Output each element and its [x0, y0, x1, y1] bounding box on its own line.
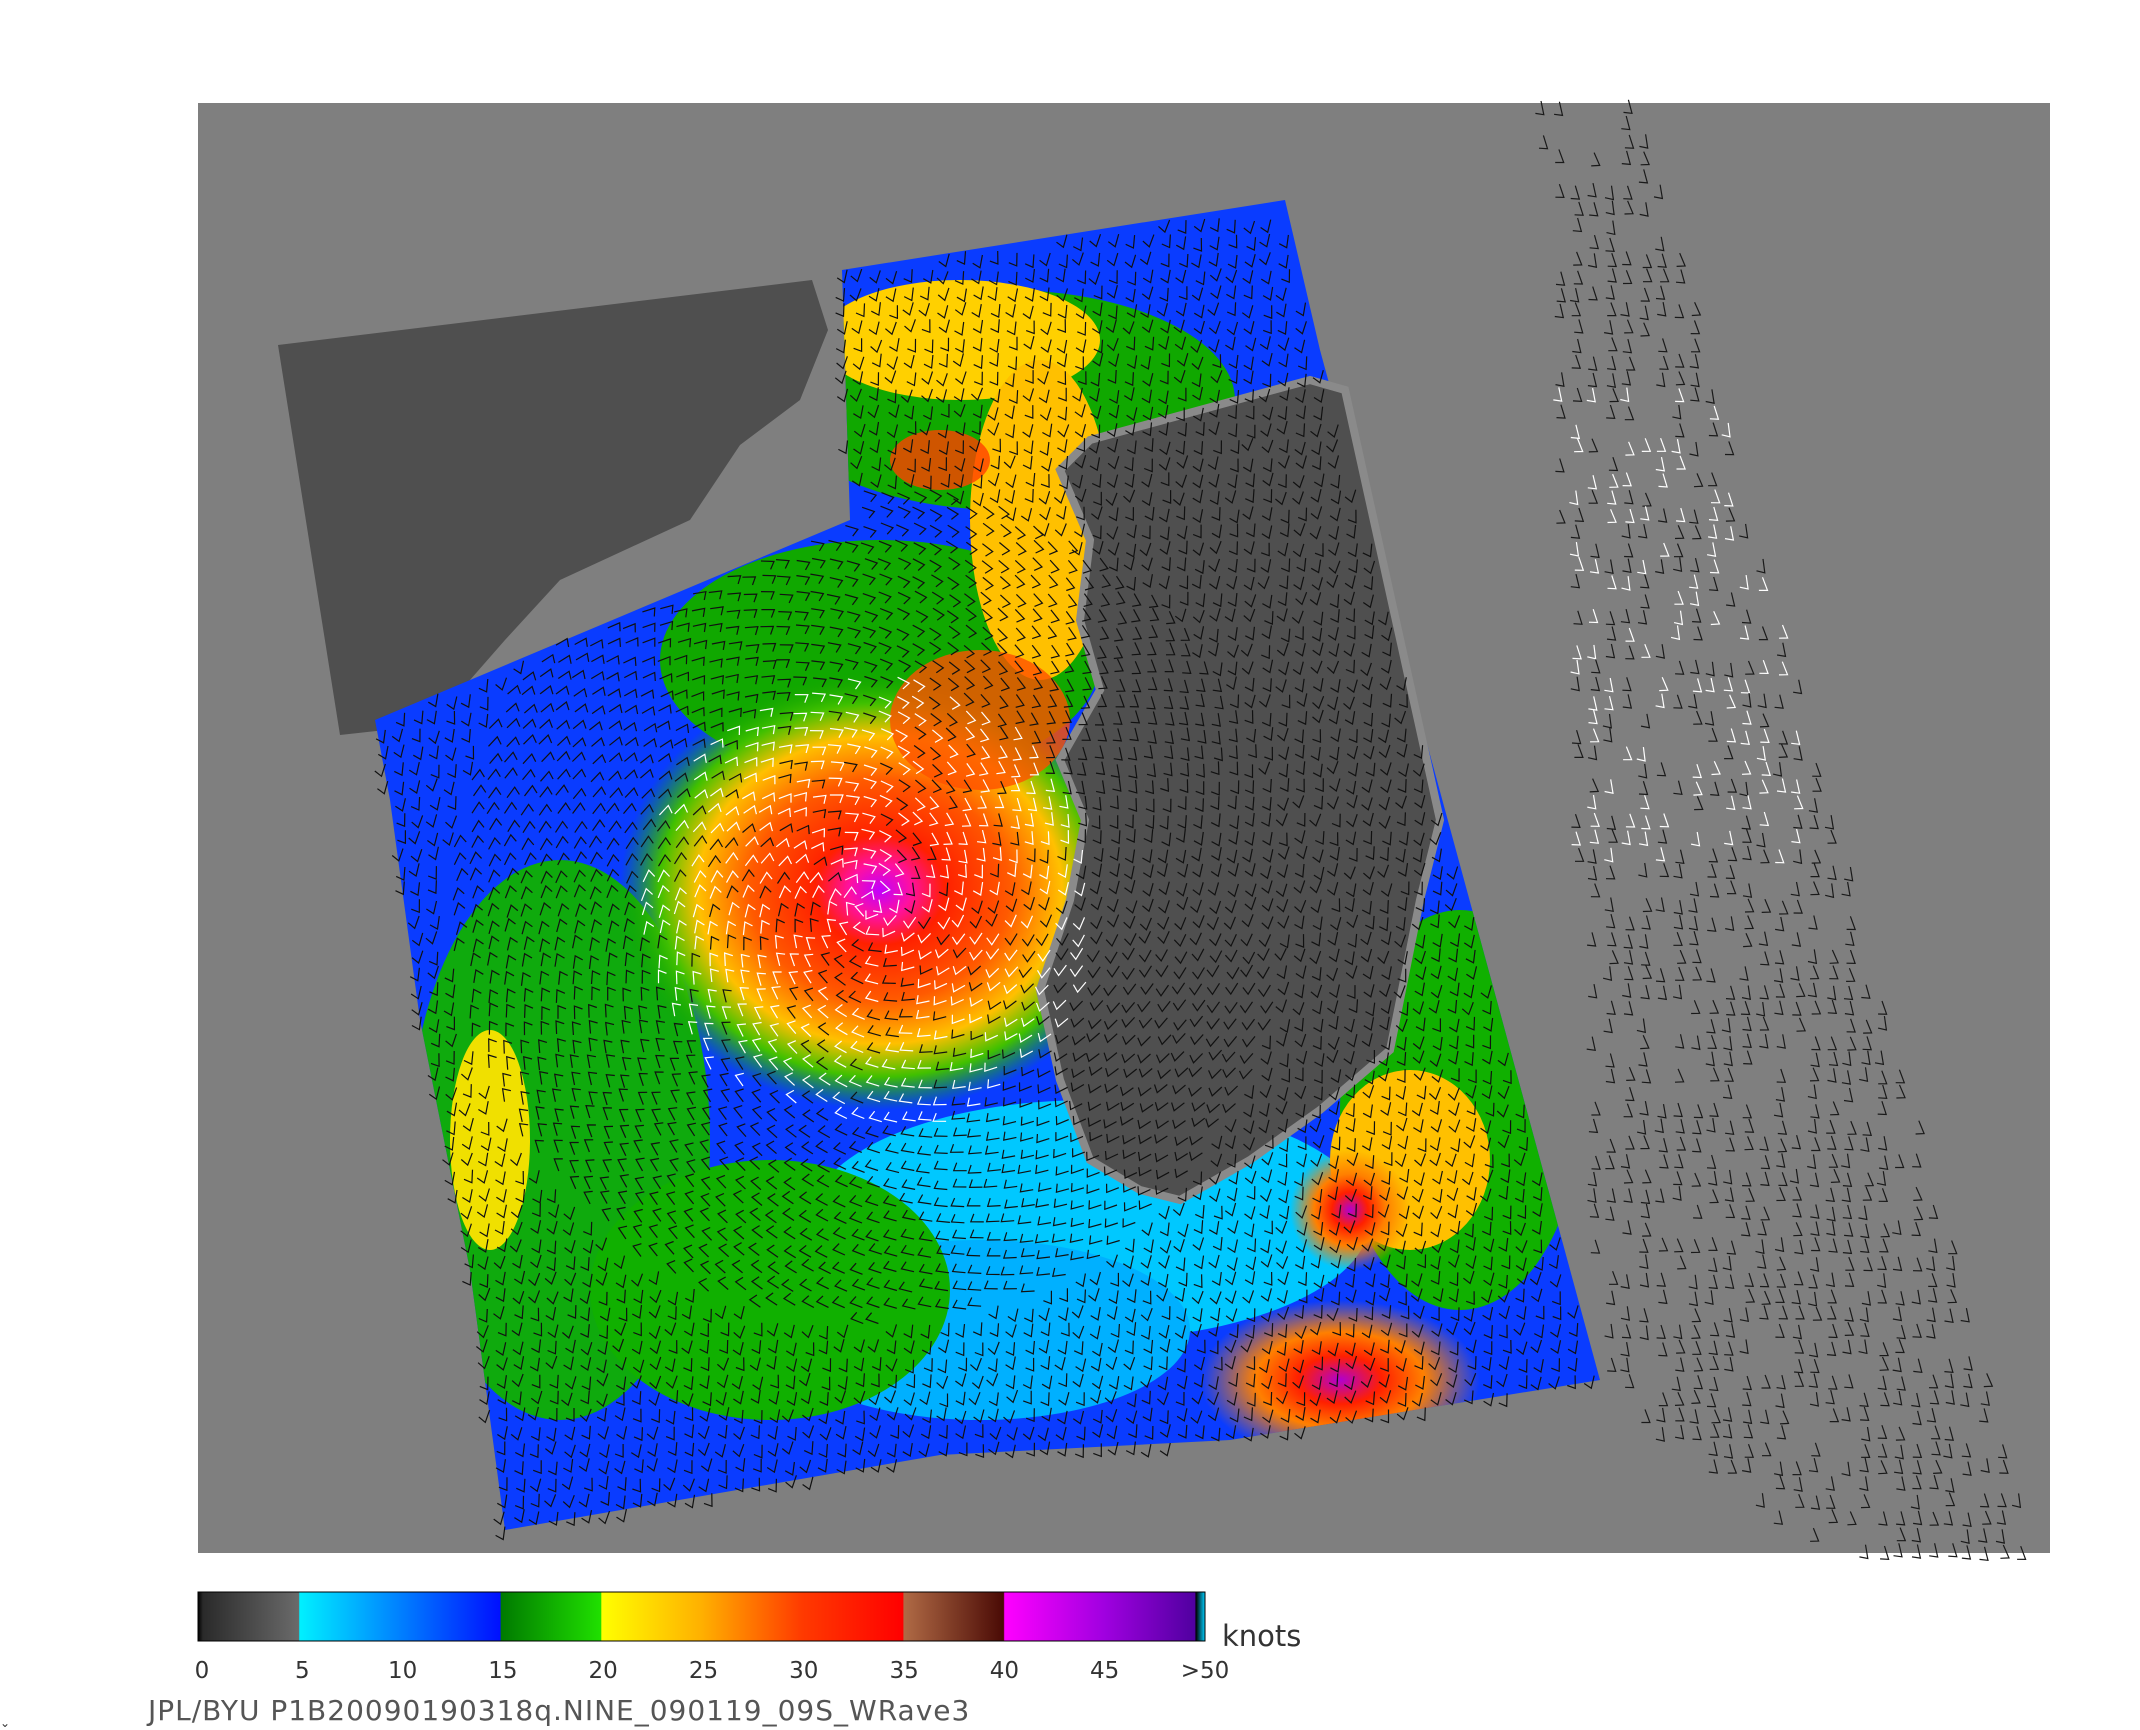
- colorbar-tick-label: 40: [989, 1658, 1020, 1684]
- colorbar: [197, 1591, 1206, 1642]
- colorbar-tick-label: 45: [1090, 1658, 1120, 1684]
- colorbar-tick-label: 0: [194, 1658, 210, 1684]
- colorbar-tick-label: 25: [688, 1658, 719, 1684]
- colorbar-tick-label: 30: [789, 1658, 819, 1684]
- colorbar-tick-label: 35: [889, 1658, 919, 1684]
- colorbar-tick-label: 5: [294, 1658, 310, 1684]
- colorbar-tick-label: >50: [1180, 1658, 1230, 1684]
- colorbar-tick-label: 15: [488, 1658, 518, 1684]
- colorbar-tick-label: 10: [387, 1658, 418, 1684]
- scatterometer-wind-map: [197, 99, 2050, 1642]
- corner-mark: ⌄: [0, 1716, 11, 1730]
- colorbar-tick-label: 20: [588, 1658, 618, 1684]
- colorbar-units: knots: [1222, 1619, 1302, 1653]
- image-caption: JPL/BYU P1B20090190318q.NINE_090119_09S_…: [148, 1694, 971, 1727]
